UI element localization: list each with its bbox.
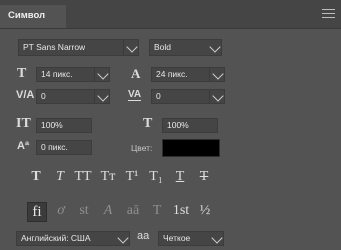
contextual-alternates-button[interactable]: ơ [51, 203, 71, 219]
tracking-value: 0 [156, 91, 161, 101]
all-caps-button[interactable]: TT [72, 169, 94, 185]
horizontal-scale-value: 100% [167, 120, 189, 130]
language-select[interactable]: Английский: США [16, 231, 130, 246]
vertical-scale-icon: IT [16, 116, 31, 131]
chevron-down-icon [212, 90, 224, 102]
standard-ligatures-button[interactable]: fi [27, 202, 47, 222]
chevron-down-icon [97, 90, 109, 102]
chevron-down-icon [211, 232, 223, 244]
horizontal-scale-icon: T [143, 116, 153, 131]
chevron-down-icon [117, 232, 129, 244]
antialias-icon: aa [137, 230, 150, 242]
tracking-select[interactable]: 0 [151, 89, 225, 104]
leading-icon: A [131, 66, 141, 81]
strikethrough-button[interactable]: T [194, 169, 214, 185]
language-value: Английский: США [21, 233, 91, 243]
font-size-input[interactable]: 14 пикс. [36, 67, 110, 82]
underline-button[interactable]: T [170, 169, 190, 185]
baseline-shift-value: 0 пикс. [41, 142, 68, 152]
color-label: Цвет: [131, 143, 153, 153]
tab-character[interactable]: Символ [0, 5, 66, 28]
vertical-scale-value: 100% [41, 120, 63, 130]
stylistic-alternates-button[interactable]: aā [121, 203, 145, 219]
leading-value: 24 пикс. [156, 69, 188, 79]
font-size-value: 14 пикс. [41, 69, 73, 79]
chevron-down-icon [97, 68, 109, 80]
antialias-select[interactable]: Четкое [158, 231, 224, 246]
titling-alternates-button[interactable]: T [147, 203, 167, 219]
chevron-down-icon [126, 41, 138, 53]
antialias-value: Четкое [163, 233, 191, 243]
discretionary-ligatures-button[interactable]: st [74, 203, 94, 219]
kerning-select[interactable]: 0 [36, 89, 110, 104]
font-size-icon: T [17, 66, 27, 81]
baseline-shift-icon: Aª [17, 140, 30, 152]
superscript-button[interactable]: T¹ [122, 169, 142, 185]
horizontal-scale-input[interactable]: 100% [162, 118, 218, 133]
subscript-button[interactable]: T₁ [146, 169, 166, 185]
panel-menu-icon[interactable] [322, 9, 335, 19]
faux-italic-button[interactable]: T [50, 169, 70, 185]
swash-button[interactable]: A [98, 203, 118, 219]
font-style-value: Bold [154, 42, 172, 52]
kerning-value: 0 [41, 91, 46, 101]
small-caps-button[interactable]: Tт [98, 169, 118, 185]
font-style-select[interactable]: Bold [149, 39, 222, 56]
chevron-down-icon [209, 41, 221, 53]
chevron-down-icon [212, 68, 224, 80]
font-family-value: PT Sans Narrow [23, 42, 86, 52]
panel-header: Символ [0, 0, 341, 29]
fractions-button[interactable]: ½ [195, 203, 215, 219]
leading-input[interactable]: 24 пикс. [151, 67, 225, 82]
color-swatch[interactable] [162, 139, 220, 157]
kerning-icon: V/A [16, 89, 35, 101]
ordinals-button[interactable]: 1st [169, 203, 193, 219]
font-family-select[interactable]: PT Sans Narrow [18, 39, 139, 56]
vertical-scale-input[interactable]: 100% [36, 118, 92, 133]
tracking-icon: VA [128, 89, 142, 101]
baseline-shift-input[interactable]: 0 пикс. [36, 140, 92, 155]
faux-bold-button[interactable]: T [26, 169, 46, 185]
